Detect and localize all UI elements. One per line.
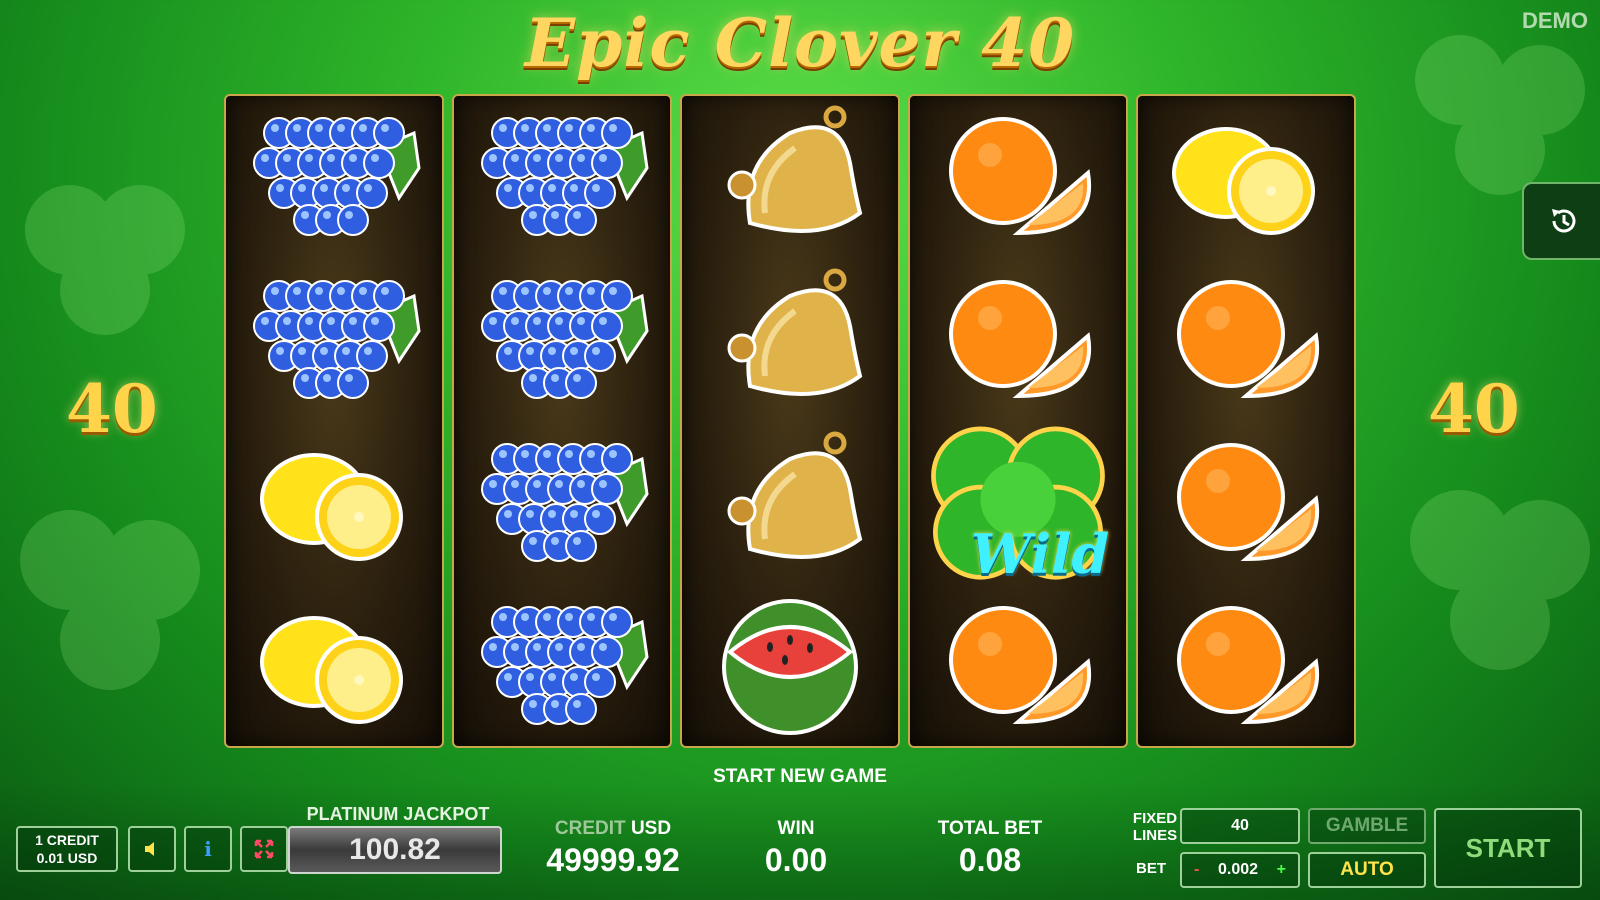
info-button[interactable]: i — [184, 826, 232, 872]
credit-value: 49999.92 — [546, 842, 680, 878]
game-title-logo: Epic Clover 40 — [524, 4, 1076, 82]
orange-symbol — [910, 585, 1126, 748]
bet-increase-button[interactable]: + — [1277, 854, 1286, 886]
lemon-symbol — [226, 422, 442, 585]
credit-display: CREDIT USD 49999.92 — [540, 818, 686, 879]
lemon-symbol — [226, 585, 442, 748]
bet-value: 0.002 — [1217, 861, 1259, 878]
credit-denomination-line1: 1 CREDIT — [35, 832, 99, 848]
reel-3 — [680, 94, 900, 748]
fullscreen-button[interactable] — [240, 826, 288, 872]
history-button[interactable] — [1522, 182, 1600, 260]
reel-5 — [1136, 94, 1356, 748]
info-icon: i — [204, 837, 212, 861]
grapes-symbol — [454, 585, 670, 748]
grapes-symbol — [454, 96, 670, 259]
grapes-symbol — [226, 96, 442, 259]
fixed-lines-value: 40 — [1180, 808, 1300, 844]
win-label: WIN — [777, 818, 815, 839]
fixed-lines-label-line2: LINES — [1132, 827, 1178, 844]
win-value: 0.00 — [764, 842, 828, 878]
history-icon — [1552, 209, 1576, 233]
reel-4: Wild — [908, 94, 1128, 748]
fixed-lines-label-line1: FIXED — [1132, 810, 1178, 827]
credit-currency: USD — [630, 818, 672, 839]
speaker-icon — [145, 842, 154, 856]
reel-2 — [452, 94, 672, 748]
lemon-symbol — [1138, 96, 1354, 259]
background-clover-decoration — [1410, 490, 1590, 670]
bell-symbol — [682, 259, 898, 422]
jackpot-value: 100.82 — [288, 826, 502, 874]
bet-selector: - 0.002 + — [1180, 852, 1300, 888]
bell-symbol — [682, 422, 898, 585]
reel-1 — [224, 94, 444, 748]
credit-denomination-button[interactable]: 1 CREDIT 0.01 USD — [16, 826, 118, 872]
gamble-button[interactable]: GAMBLE — [1308, 808, 1426, 844]
jackpot-label: PLATINUM JACKPOT — [306, 804, 490, 824]
fixed-lines-label: FIXED LINES — [1124, 810, 1186, 844]
start-button[interactable]: START — [1434, 808, 1582, 888]
bet-decrease-button[interactable]: - — [1194, 854, 1199, 886]
orange-symbol — [910, 96, 1126, 259]
background-clover-decoration — [20, 510, 200, 690]
bet-label: BET — [1136, 860, 1166, 877]
wild-label: Wild — [970, 522, 1110, 586]
total-bet-display: TOTAL BET 0.08 — [920, 818, 1060, 879]
fullscreen-icon — [254, 839, 274, 859]
credit-label: CREDIT — [554, 818, 626, 839]
bell-symbol — [682, 96, 898, 259]
paylines-count-left: 40 — [66, 370, 158, 448]
sound-button[interactable] — [128, 826, 176, 872]
demo-badge: DEMO — [1522, 8, 1588, 33]
grapes-symbol — [454, 422, 670, 585]
orange-symbol — [1138, 422, 1354, 585]
orange-symbol — [1138, 585, 1354, 748]
grapes-symbol — [226, 259, 442, 422]
total-bet-value: 0.08 — [958, 842, 1022, 878]
win-display: WIN 0.00 — [746, 818, 846, 879]
paylines-count-right: 40 — [1428, 370, 1520, 448]
wild-clover-symbol: Wild — [910, 422, 1126, 586]
credit-denomination-line2: 0.01 USD — [36, 850, 98, 866]
total-bet-label: TOTAL BET — [937, 818, 1043, 839]
orange-symbol — [1138, 259, 1354, 422]
orange-symbol — [910, 259, 1126, 422]
grapes-symbol — [454, 259, 670, 422]
watermelon-symbol — [682, 585, 898, 748]
auto-button[interactable]: AUTO — [1308, 852, 1426, 888]
